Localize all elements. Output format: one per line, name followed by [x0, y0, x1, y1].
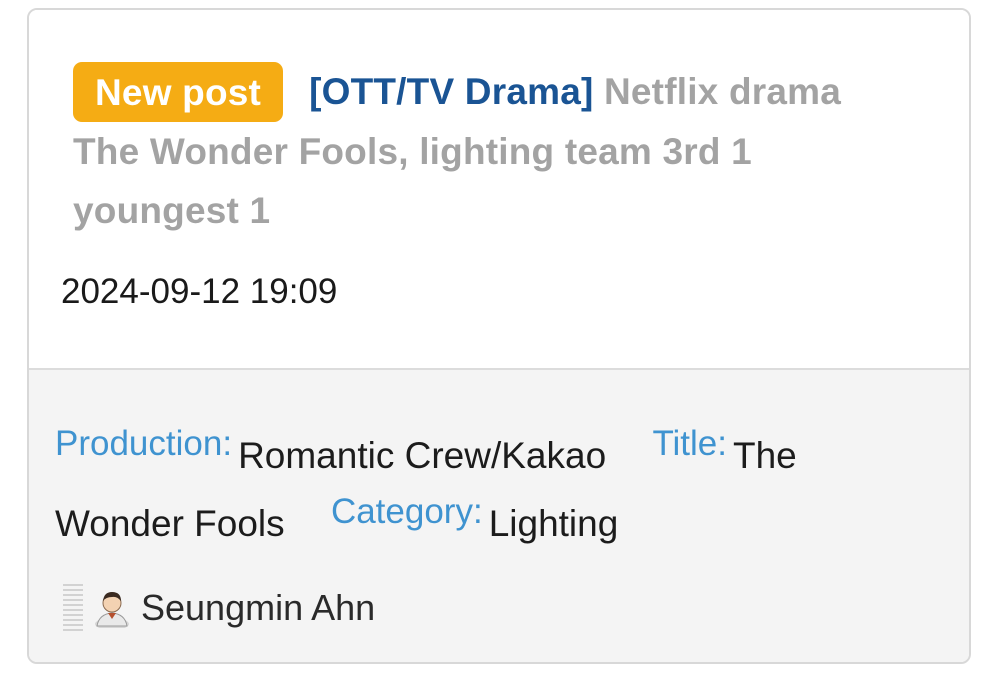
post-header: New post [OTT/TV Drama] Netflix drama The… — [29, 10, 969, 368]
category-value: Lighting — [488, 503, 619, 544]
post-timestamp: 2024-09-12 19:09 — [61, 272, 338, 311]
job-post-card[interactable]: New post [OTT/TV Drama] Netflix drama The… — [27, 8, 971, 664]
production-label: Production: — [55, 424, 233, 463]
post-headline[interactable]: New post [OTT/TV Drama] Netflix drama The… — [73, 62, 913, 240]
title-label: Title: — [652, 424, 727, 463]
drag-handle-icon — [63, 584, 83, 632]
user-avatar-icon — [95, 592, 129, 628]
author-row[interactable]: Seungmin Ahn — [63, 582, 375, 634]
new-post-badge: New post — [73, 62, 284, 122]
category-label: Category: — [330, 492, 483, 531]
author-name[interactable]: Seungmin Ahn — [141, 587, 375, 629]
details-text: Production: Romantic Crew/Kakao Title: The… — [55, 422, 915, 558]
post-category: [OTT/TV Drama] — [309, 71, 594, 112]
production-value: Romantic Crew/Kakao — [238, 435, 607, 476]
